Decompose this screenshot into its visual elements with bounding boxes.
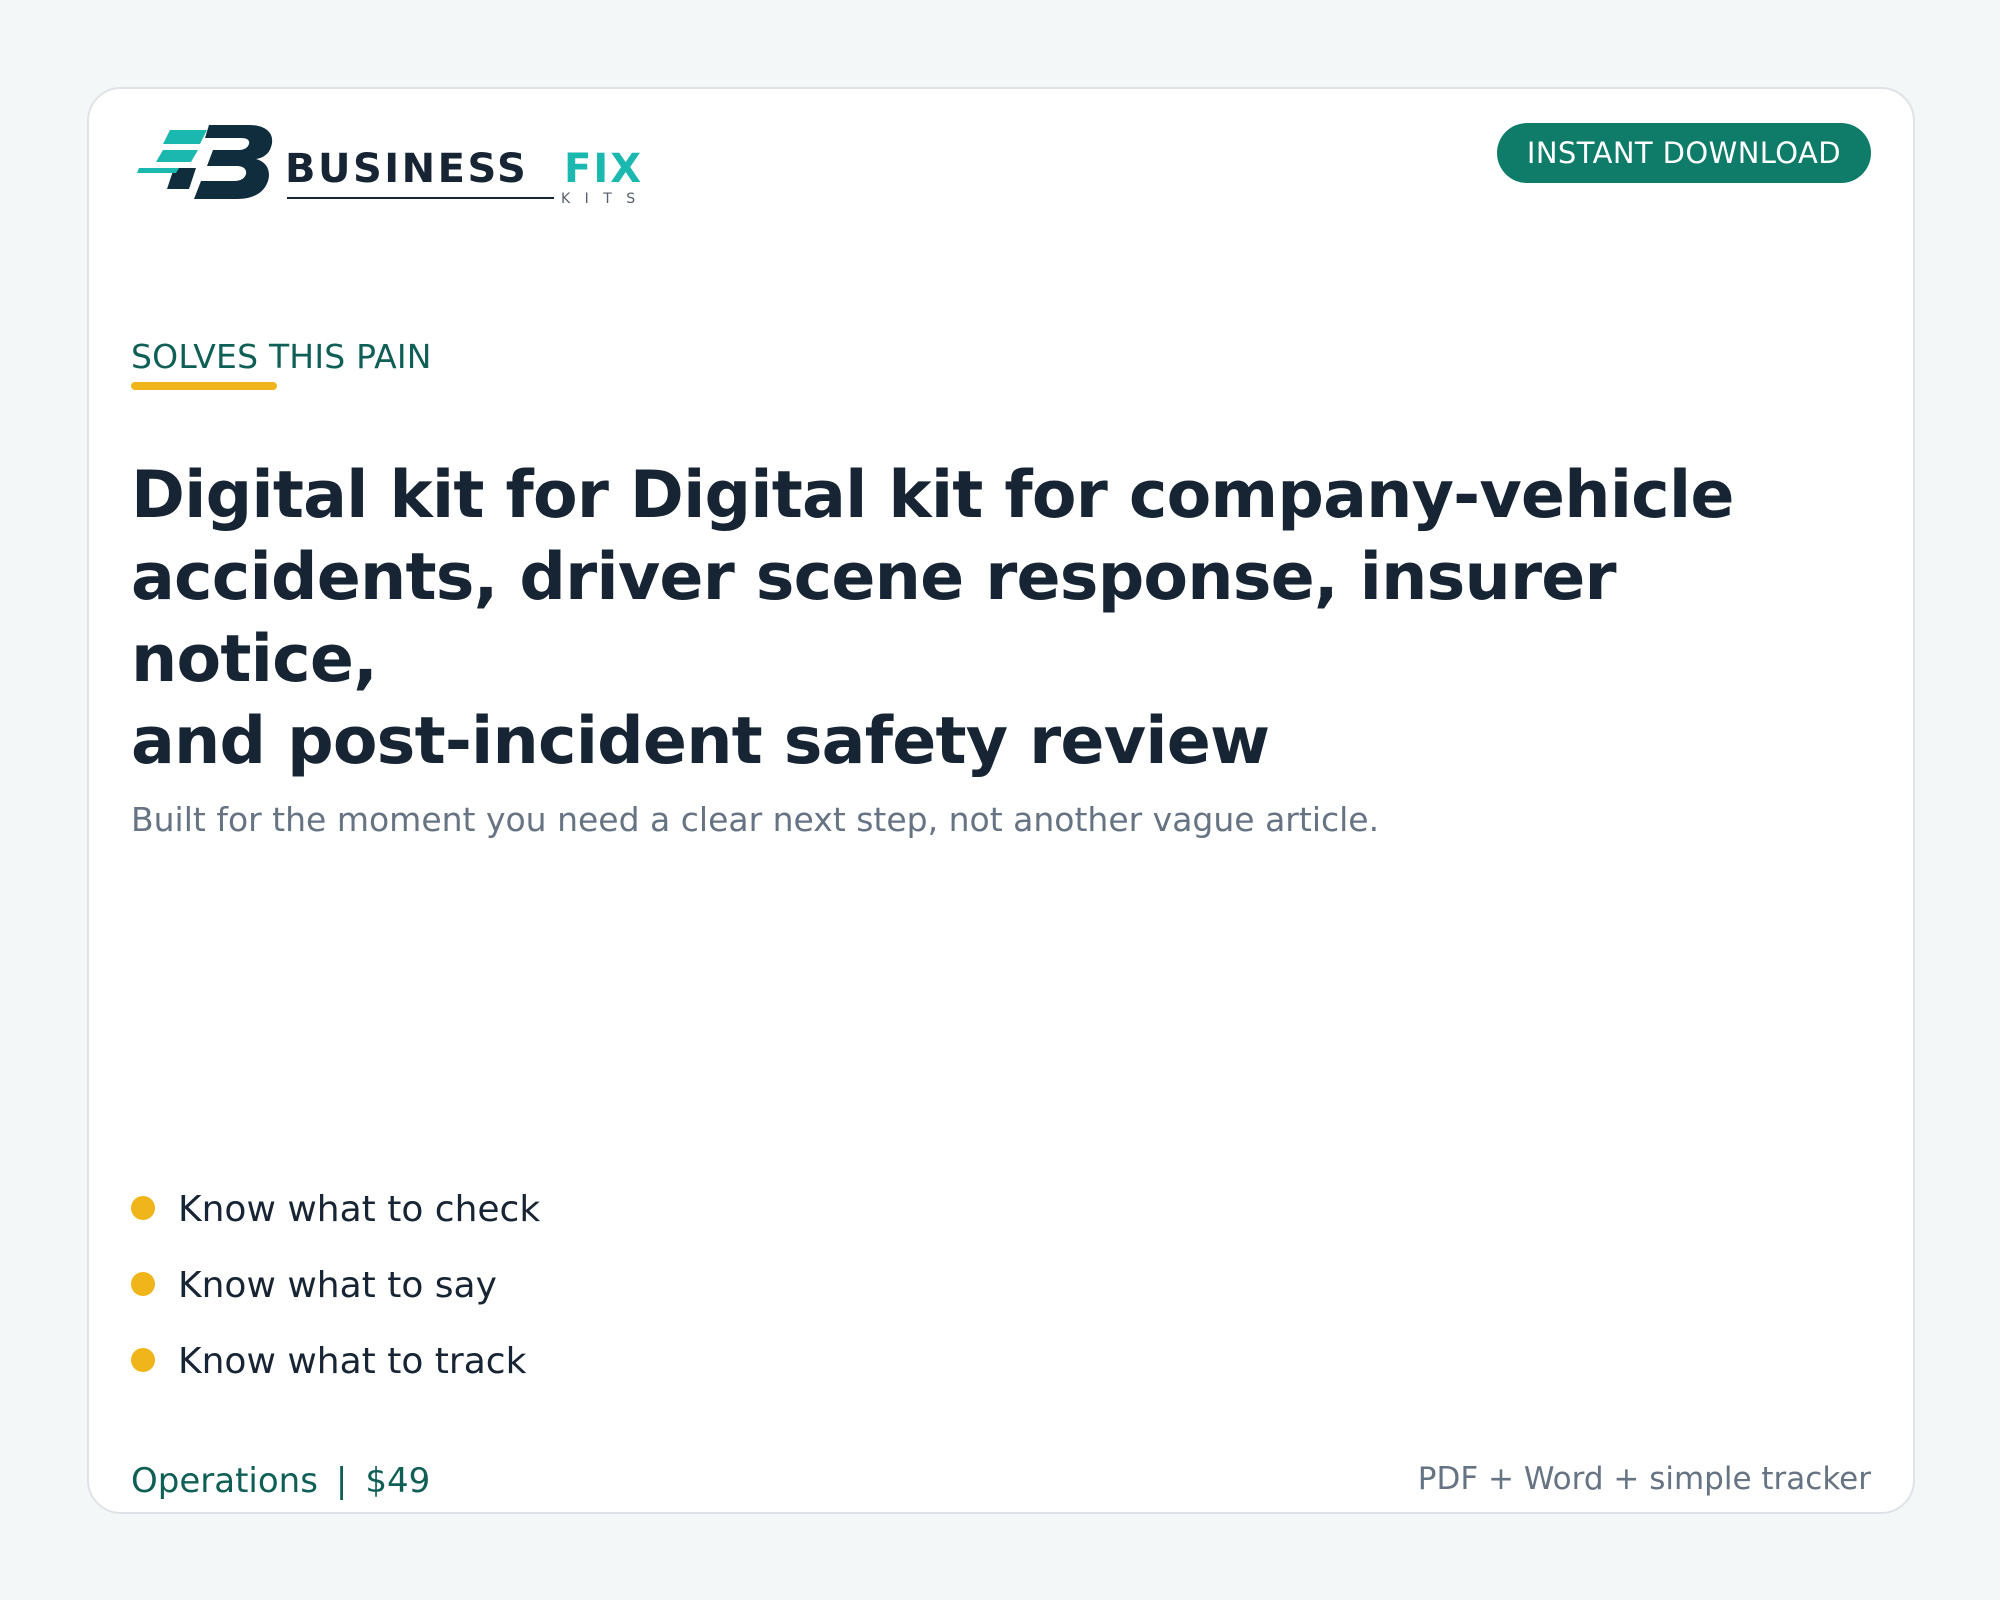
product-card: BUSINESS FIX K I T S INSTANT DOWNLOAD SO… [87,87,1915,1514]
business-fix-logo-icon: BUSINESS FIX K I T S [137,125,643,207]
benefit-label: Know what to check [178,1189,541,1230]
formats-label: PDF + Word + simple tracker [1417,1461,1871,1497]
bullet-dot-icon [131,1348,155,1372]
brand-name-primary: BUSINESS [285,146,528,192]
pain-label: SOLVES THIS PAIN [131,337,432,376]
benefit-item-check: Know what to check [131,1172,540,1248]
page-subtitle: Built for the moment you need a clear ne… [131,800,1380,839]
benefit-item-say: Know what to say [131,1248,540,1324]
pain-label-underline [131,382,277,390]
page-title-line-2: accidents, driver scene response, insure… [131,540,1617,697]
business-fix-monogram-icon [137,125,273,199]
category-label: Operations [131,1461,318,1501]
brand-name-accent: FIX [564,146,643,192]
bullet-dot-icon [131,1196,155,1220]
brand-logo: BUSINESS FIX K I T S [137,116,677,224]
instant-download-badge: INSTANT DOWNLOAD [1496,123,1871,183]
page-title-line-1: Digital kit for Digital kit for company-… [131,458,1734,533]
benefit-label: Know what to track [178,1341,527,1382]
benefit-list: Know what to check Know what to say Know… [131,1172,540,1400]
category-price: Operations | $49 [131,1460,430,1502]
benefit-item-track: Know what to track [131,1324,540,1400]
page-title-line-3: and post-incident safety review [131,704,1270,779]
page-title: Digital kit for Digital kit for company-… [131,455,1871,783]
price-label: $49 [365,1461,431,1501]
benefit-label: Know what to say [178,1265,497,1306]
bullet-dot-icon [131,1272,155,1296]
brand-tagline: K I T S [561,191,640,207]
footer-separator: | [335,1461,348,1501]
